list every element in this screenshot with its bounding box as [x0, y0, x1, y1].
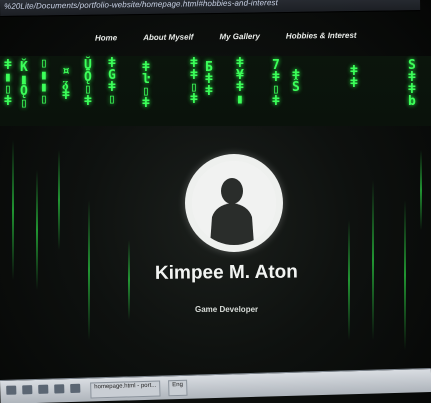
nav-my-gallery[interactable]: My Gallery	[219, 32, 260, 48]
nav-home[interactable]: Home	[95, 33, 117, 49]
matrix-glyph-column: ǂ ▮ ▯ ǂ	[4, 58, 12, 109]
taskbar-language-item[interactable]: Eng	[168, 379, 188, 397]
matrix-glyph-column: ǂ G ǂ ▯	[108, 56, 116, 107]
matrix-rain-streak	[404, 200, 406, 350]
profile-role: Game Developer	[195, 305, 259, 314]
matrix-glyph-column: Ǩ ▮ Ǭ ▯	[20, 60, 28, 111]
nav-about-myself[interactable]: About Myself	[143, 33, 193, 50]
matrix-rain-streak	[128, 240, 130, 320]
file-explorer-icon[interactable]	[54, 384, 65, 394]
taskbar-window-item[interactable]: homepage.html - port...	[90, 380, 161, 399]
monitor-screen: %20Lite/Documents/portfolio-website/home…	[0, 0, 431, 403]
matrix-glyph-column: S ǂ ǂ b	[408, 58, 416, 109]
matrix-glyph-column: ǂ ŀ ▯ ǂ	[142, 60, 150, 111]
matrix-glyph-column: Ŭ Ǭ ▯ ǂ	[84, 58, 92, 109]
avatar-photo	[192, 161, 276, 245]
matrix-rain-streak	[372, 180, 374, 340]
matrix-glyph-column: 7 ǂ ▯ ǂ	[272, 58, 280, 109]
matrix-rain-streak	[58, 150, 60, 250]
browser-address-bar[interactable]: %20Lite/Documents/portfolio-website/home…	[0, 0, 421, 17]
start-icon[interactable]	[6, 385, 17, 395]
main-navigation: Home About Myself My Gallery Hobbies & I…	[95, 30, 395, 49]
matrix-rain-streak	[348, 220, 350, 340]
matrix-glyph-column: ǂ ¥ ǂ ▮	[236, 56, 244, 107]
nav-hobbies-interest[interactable]: Hobbies & Interest	[286, 31, 357, 48]
matrix-glyph-column: ǂ ǂ	[350, 64, 358, 91]
matrix-glyph-column: Ƃ ǂ ǂ	[205, 60, 213, 99]
matrix-rain-streak	[420, 150, 422, 230]
browser-icon[interactable]	[70, 383, 81, 394]
matrix-glyph-column: ǂ Ŝ	[292, 68, 300, 95]
person-silhouette-icon	[192, 161, 276, 245]
profile-name: Kimpee M. Aton	[154, 261, 298, 284]
matrix-glyph-column: ǂ ǂ ▯ ǂ	[190, 56, 198, 107]
avatar	[185, 154, 283, 252]
url-text[interactable]: %20Lite/Documents/portfolio-website/home…	[4, 0, 278, 11]
matrix-rain-streak	[36, 170, 38, 290]
matrix-banner: ǂ ▮ ▯ ǂ Ǩ ▮ Ǭ ▯ ▯ ▮ ▮ ▯ ¤ ᵹ ǂ Ŭ Ǭ ▯ ǂ ǂ …	[0, 56, 431, 126]
matrix-rain-streak	[88, 200, 90, 340]
matrix-rain-streak	[12, 140, 14, 280]
matrix-glyph-column: ¤ ᵹ ǂ	[62, 64, 70, 103]
os-taskbar: homepage.html - port... Eng	[0, 367, 431, 403]
matrix-glyph-column: ▯ ▮ ▮ ▯	[40, 56, 48, 107]
task-view-icon[interactable]	[38, 384, 49, 394]
search-icon[interactable]	[22, 385, 33, 395]
